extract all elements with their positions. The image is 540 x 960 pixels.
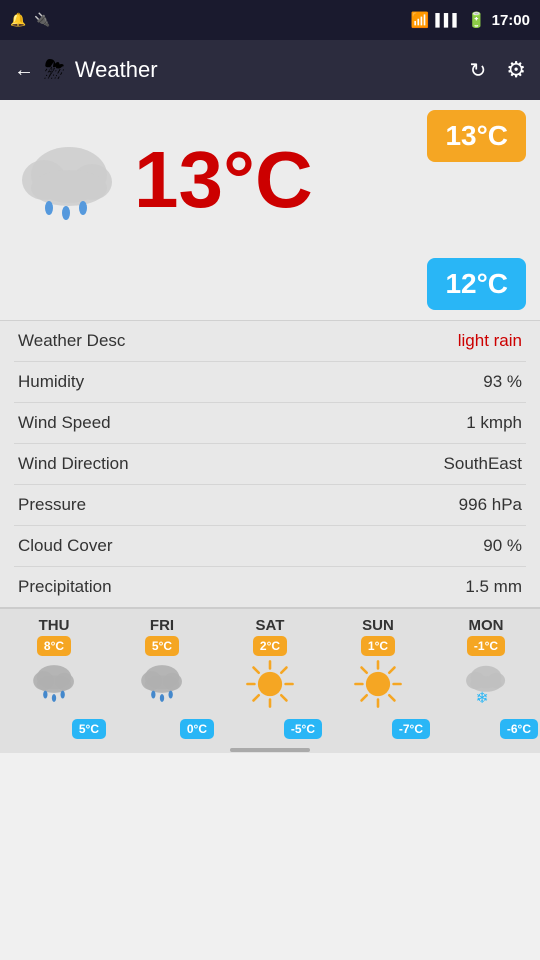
detail-value-2: 1 kmph: [466, 413, 522, 433]
app-bar-left: ← ⛈ Weather: [14, 54, 158, 86]
weather-logo-icon: ⛈: [44, 54, 65, 86]
detail-row-3: Wind Direction SouthEast: [14, 444, 526, 485]
forecast-hi-badge-1: 5°C: [145, 636, 179, 656]
detail-value-0: light rain: [458, 331, 522, 351]
status-icons-left: 🔔 🔌: [10, 12, 50, 28]
detail-value-5: 90 %: [483, 536, 522, 556]
app-bar-right: ↻ ⚙: [470, 57, 527, 83]
app-title: Weather: [75, 57, 158, 83]
forecast-day-label-4: MON: [469, 617, 504, 634]
detail-row-0: Weather Desc light rain: [14, 321, 526, 362]
forecast-icon-3: [352, 658, 404, 715]
forecast-strip: THU 8°C 5°C FRI 5°C 0°C SAT 2°C: [0, 607, 540, 747]
forecast-lo-badge-3: -7°C: [392, 719, 430, 739]
detail-label-1: Humidity: [18, 372, 84, 392]
forecast-day-0: THU 8°C 5°C: [0, 609, 108, 747]
forecast-icon-2: [244, 658, 296, 715]
forecast-hi-badge-4: -1°C: [467, 636, 505, 656]
detail-row-2: Wind Speed 1 kmph: [14, 403, 526, 444]
scroll-indicator: [0, 747, 540, 753]
forecast-day-2: SAT 2°C -5°C: [216, 609, 324, 747]
forecast-day-3: SUN 1°C -7°C: [324, 609, 432, 747]
forecast-day-label-3: SUN: [362, 617, 394, 634]
rain-cloud-icon: [14, 130, 124, 230]
detail-label-6: Precipitation: [18, 577, 112, 597]
forecast-day-label-2: SAT: [256, 617, 285, 634]
forecast-hi-badge-2: 2°C: [253, 636, 287, 656]
weather-main-card: 13°C 13°C 12°C: [0, 100, 540, 320]
forecast-icon-4: ❄: [460, 658, 512, 715]
status-bar: 🔔 🔌 📶 ▌▌▌ 🔋 17:00: [0, 0, 540, 40]
detail-label-0: Weather Desc: [18, 331, 125, 351]
forecast-lo-badge-0: 5°C: [72, 719, 106, 739]
usb-icon: 🔌: [34, 12, 50, 28]
detail-label-5: Cloud Cover: [18, 536, 113, 556]
detail-row-1: Humidity 93 %: [14, 362, 526, 403]
battery-icon: 🔋: [467, 11, 486, 29]
svg-text:❄: ❄: [476, 690, 489, 707]
forecast-day-1: FRI 5°C 0°C: [108, 609, 216, 747]
forecast-icon-0: [28, 658, 80, 711]
settings-button[interactable]: ⚙: [506, 57, 526, 83]
forecast-day-label-1: FRI: [150, 617, 174, 634]
detail-label-2: Wind Speed: [18, 413, 111, 433]
detail-value-6: 1.5 mm: [465, 577, 522, 597]
back-button[interactable]: ←: [14, 59, 34, 82]
app-bar: ← ⛈ Weather ↻ ⚙: [0, 40, 540, 100]
detail-label-3: Wind Direction: [18, 454, 129, 474]
temp-hi-badge: 13°C: [427, 110, 526, 162]
detail-row-5: Cloud Cover 90 %: [14, 526, 526, 567]
forecast-hi-badge-0: 8°C: [37, 636, 71, 656]
detail-value-1: 93 %: [483, 372, 522, 392]
detail-label-4: Pressure: [18, 495, 86, 515]
detail-row-4: Pressure 996 hPa: [14, 485, 526, 526]
temp-lo-badge: 12°C: [427, 258, 526, 310]
wifi-icon: 📶: [411, 11, 430, 29]
signal-icon-1: ▌▌▌: [435, 13, 461, 27]
forecast-icon-1: [136, 658, 188, 711]
notification-icon: 🔔: [10, 12, 26, 28]
clock: 17:00: [492, 12, 530, 29]
weather-details: Weather Desc light rain Humidity 93 % Wind S…: [0, 320, 540, 607]
forecast-lo-badge-2: -5°C: [284, 719, 322, 739]
main-temperature: 13°C: [134, 134, 313, 226]
status-right: 📶 ▌▌▌ 🔋 17:00: [411, 11, 530, 29]
forecast-lo-badge-1: 0°C: [180, 719, 214, 739]
detail-value-3: SouthEast: [444, 454, 522, 474]
forecast-day-4: MON -1°C ❄ -6°C: [432, 609, 540, 747]
detail-row-6: Precipitation 1.5 mm: [14, 567, 526, 607]
scroll-bar: [230, 748, 310, 752]
forecast-hi-badge-3: 1°C: [361, 636, 395, 656]
forecast-day-label-0: THU: [39, 617, 70, 634]
forecast-lo-badge-4: -6°C: [500, 719, 538, 739]
refresh-button[interactable]: ↻: [470, 58, 487, 83]
detail-value-4: 996 hPa: [459, 495, 522, 515]
